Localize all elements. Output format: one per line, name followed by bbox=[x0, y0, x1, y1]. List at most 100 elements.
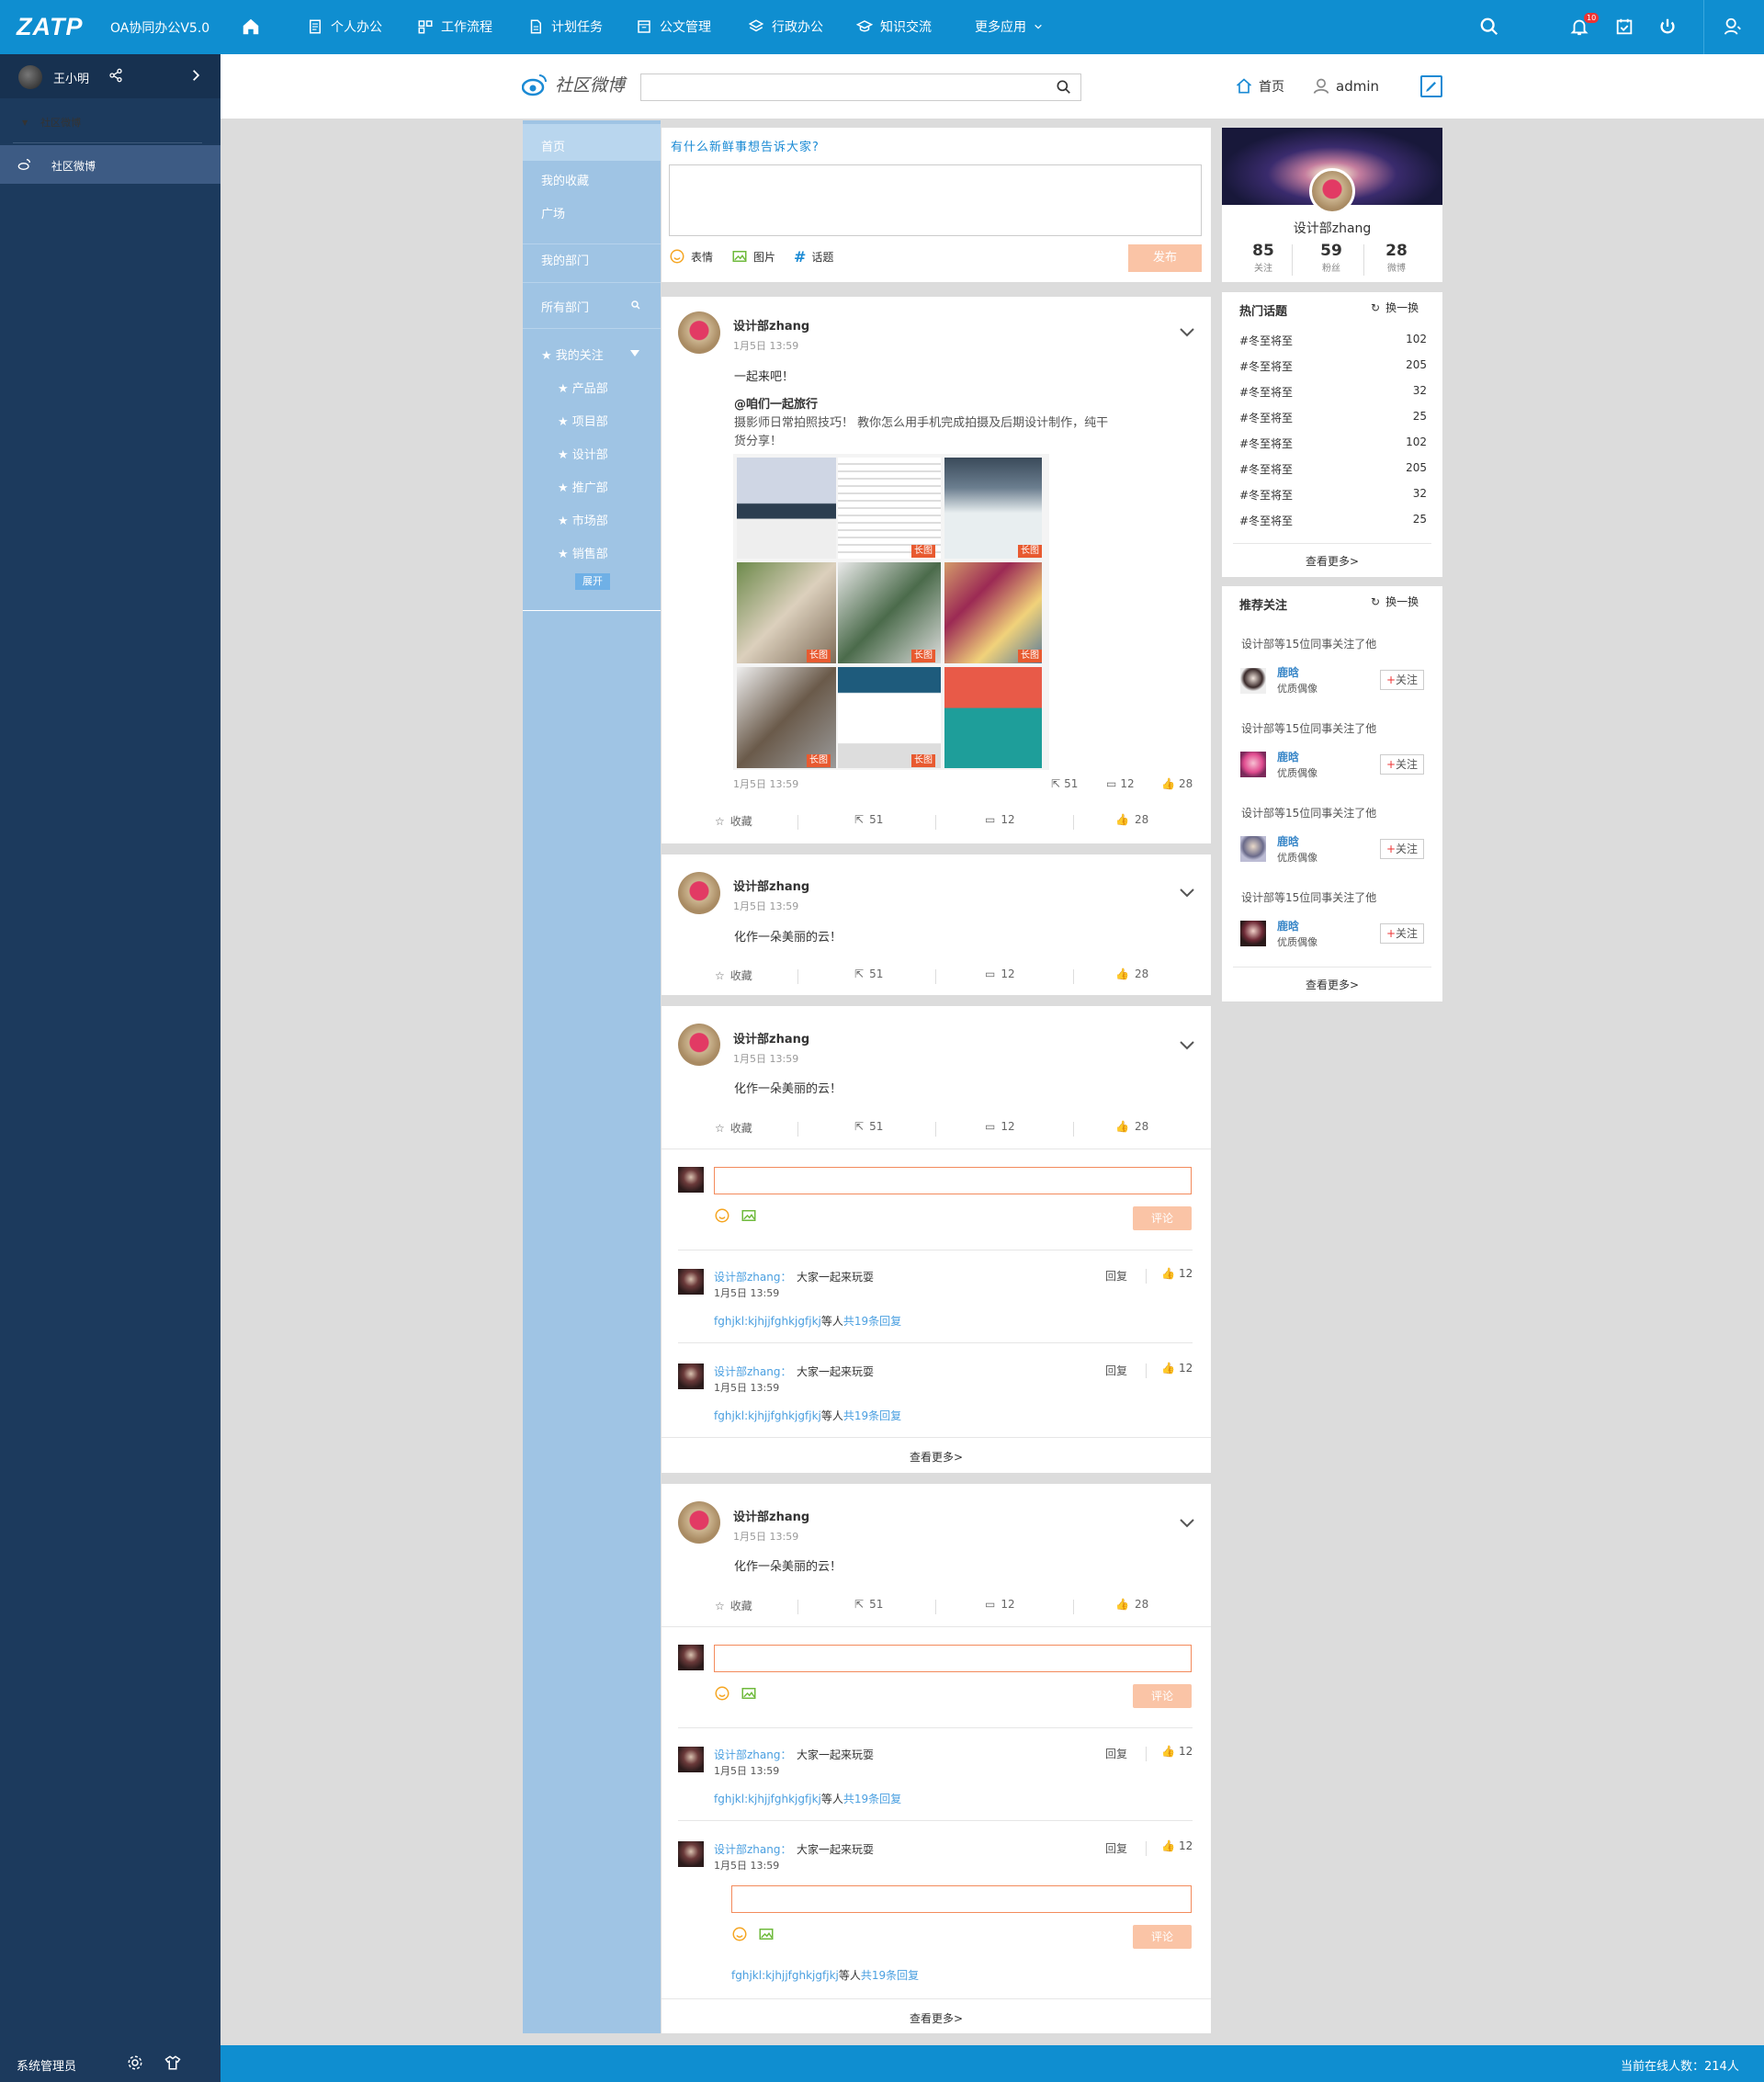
replies-link[interactable]: fghjkl:kjhjjfghkjgfjkj等人共19条回复 bbox=[714, 1791, 901, 1806]
caret-down-icon[interactable] bbox=[630, 350, 639, 357]
user-settings-icon[interactable] bbox=[1723, 17, 1743, 37]
dept-market[interactable]: ★ 市场部 bbox=[558, 511, 608, 528]
chevron-down-icon[interactable] bbox=[1180, 1519, 1194, 1528]
image-icon[interactable] bbox=[741, 1207, 757, 1224]
topic-item[interactable]: #冬至将至 bbox=[1239, 513, 1293, 528]
header-home-link[interactable]: 首页 bbox=[1235, 77, 1284, 96]
comment-button[interactable]: ▭ 12 bbox=[985, 1598, 1015, 1611]
post-author[interactable]: 设计部zhang bbox=[733, 877, 809, 894]
favorite-button[interactable]: ☆ 收藏 bbox=[715, 813, 752, 829]
sidebar-item-weibo[interactable]: 社区微博 bbox=[0, 145, 220, 184]
follow-button[interactable]: +关注 bbox=[1380, 670, 1424, 690]
avatar[interactable] bbox=[678, 1024, 720, 1066]
nav-plans[interactable]: 计划任务 bbox=[527, 17, 603, 36]
topic-item[interactable]: #冬至将至 bbox=[1239, 436, 1293, 451]
smiley-icon[interactable] bbox=[714, 1685, 730, 1702]
forward-button[interactable]: ⇱ 51 bbox=[854, 813, 883, 826]
dept-design[interactable]: ★ 设计部 bbox=[558, 445, 608, 462]
post-author[interactable]: 设计部zhang bbox=[733, 1029, 809, 1047]
power-icon[interactable] bbox=[1657, 17, 1678, 37]
header-user-link[interactable]: admin bbox=[1312, 77, 1379, 96]
comment-button[interactable]: ▭ 12 bbox=[985, 1120, 1015, 1133]
chevron-right-icon[interactable] bbox=[189, 69, 202, 82]
publish-button[interactable]: 发布 bbox=[1128, 244, 1202, 272]
comment-button[interactable]: ▭ 12 bbox=[985, 813, 1015, 826]
forward-button[interactable]: ⇱ 51 bbox=[854, 1598, 883, 1611]
shirt-icon[interactable] bbox=[164, 2054, 182, 2071]
search-icon[interactable] bbox=[630, 300, 641, 311]
nav-personal-office[interactable]: 个人办公 bbox=[307, 17, 382, 36]
smiley-icon[interactable] bbox=[714, 1207, 730, 1224]
avatar[interactable] bbox=[678, 872, 720, 914]
nav-admin[interactable]: 行政办公 bbox=[748, 17, 823, 36]
left-nav-favorites[interactable]: 我的收藏 bbox=[541, 171, 589, 188]
view-more-link[interactable]: 查看更多> bbox=[662, 1449, 1211, 1465]
comment-author[interactable]: 设计部zhang： bbox=[714, 1841, 791, 1857]
comment-like[interactable]: 👍 12 bbox=[1161, 1362, 1193, 1375]
search-icon[interactable] bbox=[1055, 78, 1073, 96]
reply-link[interactable]: 回复 bbox=[1105, 1363, 1127, 1378]
search-icon[interactable] bbox=[1479, 17, 1499, 37]
reply-submit-button[interactable]: 评论 bbox=[1133, 1925, 1192, 1949]
topic-item[interactable]: #冬至将至 bbox=[1239, 461, 1293, 477]
topic-button[interactable]: # 话题 bbox=[794, 248, 833, 266]
shared-comment-stat[interactable]: ▭ 12 bbox=[1106, 777, 1135, 790]
comment-submit-button[interactable]: 评论 bbox=[1133, 1206, 1192, 1230]
dept-promotion[interactable]: ★ 推广部 bbox=[558, 478, 608, 495]
calendar-icon[interactable] bbox=[1614, 17, 1634, 37]
comment-like[interactable]: 👍 12 bbox=[1161, 1839, 1193, 1852]
comment-like[interactable]: 👍 12 bbox=[1161, 1267, 1193, 1280]
compose-button[interactable] bbox=[1420, 75, 1442, 97]
photo-thumb[interactable] bbox=[944, 458, 1042, 559]
shared-like-stat[interactable]: 👍 28 bbox=[1161, 777, 1193, 790]
comment-author[interactable]: 设计部zhang： bbox=[714, 1747, 791, 1762]
favorite-button[interactable]: ☆ 收藏 bbox=[715, 1598, 752, 1613]
gear-icon[interactable] bbox=[127, 2054, 143, 2071]
avatar[interactable] bbox=[678, 1501, 720, 1544]
recommend-name[interactable]: 鹿晗 bbox=[1277, 918, 1299, 934]
left-nav-home[interactable]: 首页 bbox=[541, 137, 565, 154]
expand-button[interactable]: 展开 bbox=[575, 573, 610, 590]
recommend-name[interactable]: 鹿晗 bbox=[1277, 749, 1299, 764]
view-more-link[interactable]: 查看更多> bbox=[1222, 553, 1442, 569]
like-button[interactable]: 👍 28 bbox=[1115, 967, 1148, 980]
photo-thumb[interactable] bbox=[944, 562, 1042, 663]
image-icon[interactable] bbox=[758, 1926, 775, 1942]
avatar[interactable] bbox=[1240, 752, 1266, 777]
chevron-down-icon[interactable] bbox=[1180, 1041, 1194, 1050]
topic-item[interactable]: #冬至将至 bbox=[1239, 487, 1293, 503]
like-button[interactable]: 👍 28 bbox=[1115, 1598, 1148, 1611]
nav-workflow[interactable]: 工作流程 bbox=[417, 17, 492, 36]
follow-button[interactable]: +关注 bbox=[1380, 839, 1424, 859]
emoji-button[interactable]: 表情 bbox=[669, 248, 713, 265]
topic-item[interactable]: #冬至将至 bbox=[1239, 358, 1293, 374]
recommend-name[interactable]: 鹿晗 bbox=[1277, 833, 1299, 849]
shared-title[interactable]: @咱们一起旅行 bbox=[734, 394, 818, 412]
topic-item[interactable]: #冬至将至 bbox=[1239, 384, 1293, 400]
home-icon[interactable] bbox=[241, 17, 261, 37]
recommend-name[interactable]: 鹿晗 bbox=[1277, 664, 1299, 680]
view-more-link[interactable]: 查看更多> bbox=[1222, 977, 1442, 992]
stat-followers[interactable]: 59 粉丝 bbox=[1304, 242, 1359, 274]
reply-input[interactable] bbox=[731, 1885, 1192, 1913]
chevron-down-icon[interactable] bbox=[1180, 328, 1194, 337]
nav-knowledge[interactable]: 知识交流 bbox=[856, 17, 932, 36]
swap-button[interactable]: ↻ 换一换 bbox=[1371, 594, 1419, 609]
topic-item[interactable]: #冬至将至 bbox=[1239, 333, 1293, 348]
photo-thumb[interactable] bbox=[838, 458, 941, 559]
avatar[interactable] bbox=[1240, 668, 1266, 694]
profile-name[interactable]: 设计部zhang bbox=[1222, 219, 1442, 237]
replies-link[interactable]: fghjkl:kjhjjfghkjgfjkj等人共19条回复 bbox=[714, 1313, 901, 1329]
left-nav-my-dept[interactable]: 我的部门 bbox=[541, 251, 589, 268]
comment-input[interactable] bbox=[714, 1645, 1192, 1672]
photo-thumb[interactable] bbox=[838, 562, 941, 663]
reply-link[interactable]: 回复 bbox=[1105, 1746, 1127, 1761]
view-more-link[interactable]: 查看更多> bbox=[662, 2010, 1211, 2026]
post-author[interactable]: 设计部zhang bbox=[733, 1507, 809, 1524]
stat-following[interactable]: 85 关注 bbox=[1236, 242, 1291, 274]
follow-button[interactable]: +关注 bbox=[1380, 923, 1424, 944]
image-icon[interactable] bbox=[741, 1685, 757, 1702]
stat-posts[interactable]: 28 微博 bbox=[1369, 242, 1424, 274]
avatar[interactable] bbox=[18, 65, 42, 89]
comment-like[interactable]: 👍 12 bbox=[1161, 1745, 1193, 1758]
